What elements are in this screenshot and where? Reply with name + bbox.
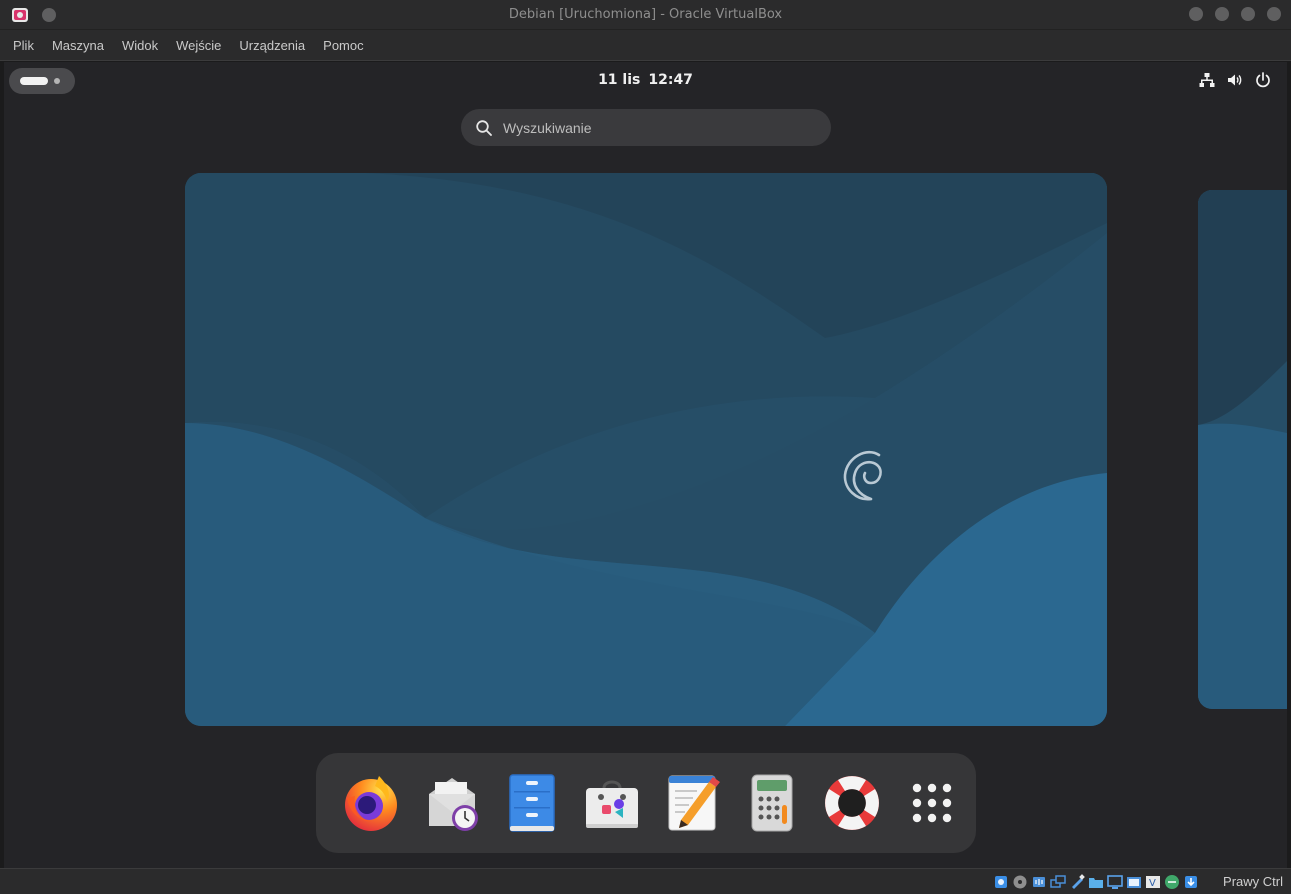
window-menu-button[interactable] bbox=[42, 8, 56, 22]
svg-text:V: V bbox=[1149, 878, 1156, 889]
dock-software[interactable] bbox=[572, 763, 652, 843]
dock-firefox[interactable] bbox=[332, 763, 412, 843]
files-icon bbox=[501, 772, 563, 834]
cpu-activity-icon[interactable] bbox=[1164, 874, 1180, 890]
menubar: Plik Maszyna Widok Wejście Urządzenia Po… bbox=[0, 30, 1291, 61]
dock-files[interactable] bbox=[492, 763, 572, 843]
window-titlebar: Debian [Uruchomiona] - Oracle VirtualBox bbox=[0, 0, 1291, 30]
next-workspace-thumbnail[interactable] bbox=[1198, 190, 1287, 709]
host-key-label: Prawy Ctrl bbox=[1223, 874, 1283, 889]
clock-time: 12:47 bbox=[648, 72, 693, 88]
debian-wallpaper bbox=[185, 173, 1107, 726]
search-icon bbox=[475, 119, 493, 137]
search-input[interactable] bbox=[503, 119, 803, 136]
menu-wejscie[interactable]: Wejście bbox=[167, 38, 230, 53]
volume-icon bbox=[1227, 72, 1243, 88]
recording-icon[interactable]: V bbox=[1145, 874, 1161, 890]
display-icon[interactable] bbox=[1107, 874, 1123, 890]
power-icon bbox=[1255, 72, 1271, 88]
app-grid-icon bbox=[910, 781, 954, 825]
mouse-integration-icon[interactable] bbox=[1183, 874, 1199, 890]
network-icon[interactable] bbox=[1050, 874, 1066, 890]
help-button[interactable] bbox=[1189, 7, 1203, 21]
close-button[interactable] bbox=[1267, 7, 1281, 21]
search-field[interactable] bbox=[461, 109, 831, 146]
network-wired-icon bbox=[1199, 72, 1215, 88]
dash bbox=[316, 753, 976, 853]
calculator-icon bbox=[741, 772, 803, 834]
dock-evolution[interactable] bbox=[412, 763, 492, 843]
audio-icon[interactable] bbox=[1031, 874, 1047, 890]
clock-date: 11 lis bbox=[598, 72, 641, 88]
window-title: Debian [Uruchomiona] - Oracle VirtualBox bbox=[508, 7, 783, 22]
menu-maszyna[interactable]: Maszyna bbox=[43, 38, 113, 53]
maximize-button[interactable] bbox=[1241, 7, 1255, 21]
software-icon bbox=[581, 772, 643, 834]
dock-text-editor[interactable] bbox=[652, 763, 732, 843]
firefox-icon bbox=[341, 772, 403, 834]
text-editor-icon bbox=[661, 772, 723, 834]
menu-plik[interactable]: Plik bbox=[4, 38, 43, 53]
minimize-button[interactable] bbox=[1215, 7, 1229, 21]
system-menu[interactable] bbox=[1199, 72, 1271, 88]
virtualbox-logo-icon bbox=[10, 5, 30, 25]
optical-drive-icon[interactable] bbox=[1012, 874, 1028, 890]
shared-folders-icon[interactable] bbox=[1088, 874, 1104, 890]
usb-icon[interactable] bbox=[1069, 874, 1085, 890]
workspace-thumbnail[interactable] bbox=[185, 173, 1107, 726]
dock-calculator[interactable] bbox=[732, 763, 812, 843]
menu-urzadzenia[interactable]: Urządzenia bbox=[230, 38, 314, 53]
statusbar: V Prawy Ctrl bbox=[0, 868, 1291, 894]
evolution-mail-icon bbox=[421, 772, 483, 834]
gnome-top-bar: 11 lis 12:47 bbox=[4, 62, 1287, 98]
menu-pomoc[interactable]: Pomoc bbox=[314, 38, 372, 53]
clock[interactable]: 11 lis 12:47 bbox=[4, 72, 1287, 88]
dock-help[interactable] bbox=[812, 763, 892, 843]
menu-widok[interactable]: Widok bbox=[113, 38, 167, 53]
status-indicators: V bbox=[993, 874, 1199, 890]
guest-screen: 11 lis 12:47 bbox=[4, 62, 1287, 868]
hard-disk-icon[interactable] bbox=[993, 874, 1009, 890]
capture-icon[interactable] bbox=[1126, 874, 1142, 890]
help-icon bbox=[821, 772, 883, 834]
dock-show-apps[interactable] bbox=[892, 763, 972, 843]
